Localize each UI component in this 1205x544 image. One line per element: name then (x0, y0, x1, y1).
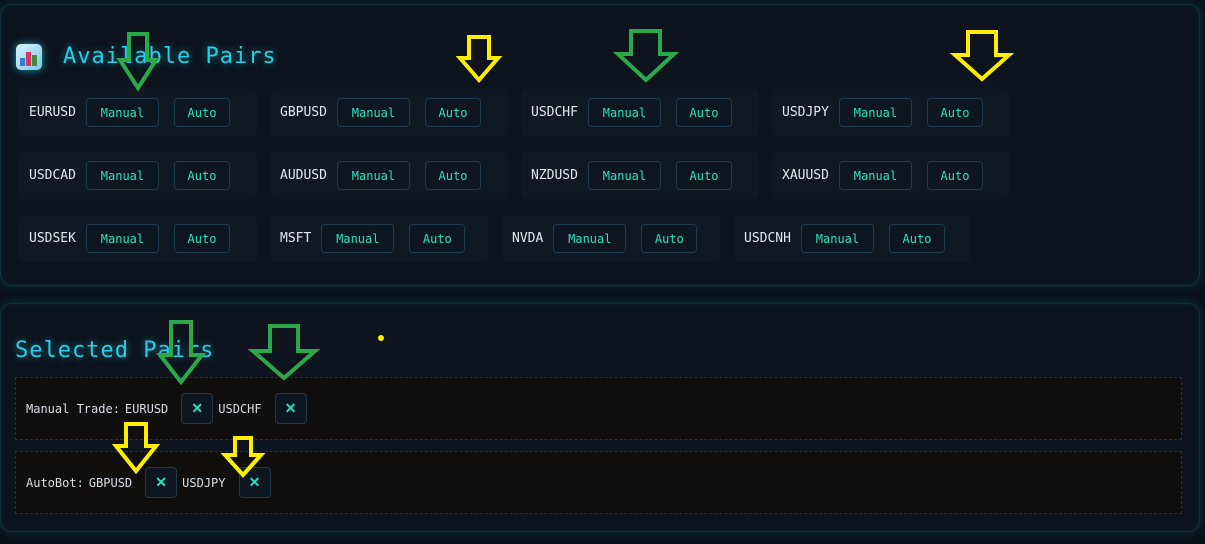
auto-button[interactable]: Auto (173, 224, 230, 253)
auto-button[interactable]: Auto (926, 161, 983, 190)
auto-button[interactable]: Auto (424, 161, 481, 190)
pair-name: USDCHF (531, 105, 578, 120)
pair-card: GBPUSD Manual Auto (270, 89, 508, 136)
auto-button[interactable]: Auto (173, 161, 230, 190)
manual-button[interactable]: Manual (553, 224, 627, 253)
pair-name: XAUUSD (782, 168, 829, 183)
pair-card: USDCHF Manual Auto (521, 89, 759, 136)
pair-card: NZDUSD Manual Auto (521, 152, 759, 199)
manual-button[interactable]: Manual (85, 161, 159, 190)
pair-card: NVDA Manual Auto (502, 215, 720, 262)
pair-card: USDSEK Manual Auto (19, 215, 257, 262)
pair-name: NVDA (512, 231, 544, 246)
pair-card: USDCNH Manual Auto (734, 215, 971, 262)
remove-pair-button[interactable]: ✕ (274, 393, 307, 424)
auto-button[interactable]: Auto (409, 224, 466, 253)
pair-card: USDJPY Manual Auto (772, 89, 1010, 136)
manual-button[interactable]: Manual (85, 98, 159, 127)
selected-pair-name: GBPUSD (88, 475, 133, 490)
auto-button[interactable]: Auto (424, 98, 481, 127)
remove-pair-button[interactable]: ✕ (181, 393, 214, 424)
pair-name: USDJPY (782, 105, 829, 120)
auto-button[interactable]: Auto (675, 98, 732, 127)
manual-button[interactable]: Manual (587, 161, 661, 190)
pair-name: AUDUSD (280, 168, 327, 183)
autobot-row: AutoBot: GBPUSD ✕ USDJPY ✕ (15, 451, 1182, 514)
available-pairs-title: Available Pairs (63, 44, 277, 69)
selected-pair-name: USDCHF (218, 401, 262, 416)
selected-pair-name: USDJPY (182, 475, 226, 490)
manual-button[interactable]: Manual (800, 224, 874, 253)
pair-name: NZDUSD (531, 168, 578, 183)
auto-button[interactable]: Auto (888, 224, 945, 253)
autobot-label: AutoBot: (26, 475, 84, 490)
manual-button[interactable]: Manual (336, 161, 410, 190)
pair-name: MSFT (280, 231, 312, 246)
pair-card: MSFT Manual Auto (270, 215, 488, 262)
auto-button[interactable]: Auto (675, 161, 732, 190)
auto-button[interactable]: Auto (173, 98, 230, 127)
manual-button[interactable]: Manual (336, 98, 410, 127)
manual-trade-row: Manual Trade: EURUSD ✕ USDCHF ✕ (15, 377, 1182, 440)
pair-card: XAUUSD Manual Auto (772, 152, 1010, 199)
pair-name: EURUSD (29, 105, 76, 120)
bar-chart-icon (16, 44, 42, 70)
auto-button[interactable]: Auto (641, 224, 698, 253)
selected-pairs-title: Selected Pairs (15, 338, 215, 363)
manual-button[interactable]: Manual (838, 161, 912, 190)
pair-name: USDCAD (29, 168, 76, 183)
manual-button[interactable]: Manual (321, 224, 395, 253)
pair-card: USDCAD Manual Auto (19, 152, 257, 199)
remove-pair-button[interactable]: ✕ (145, 467, 178, 498)
manual-button[interactable]: Manual (838, 98, 912, 127)
pair-name: GBPUSD (280, 105, 327, 120)
pair-card: EURUSD Manual Auto (19, 89, 257, 136)
auto-button[interactable]: Auto (926, 98, 983, 127)
remove-pair-button[interactable]: ✕ (238, 467, 271, 498)
manual-trade-label: Manual Trade: (26, 401, 120, 416)
manual-button[interactable]: Manual (85, 224, 159, 253)
manual-button[interactable]: Manual (587, 98, 661, 127)
pair-card: AUDUSD Manual Auto (270, 152, 508, 199)
selected-pair-name: EURUSD (124, 401, 169, 416)
pair-name: USDSEK (29, 231, 76, 246)
pair-name: USDCNH (744, 231, 791, 246)
